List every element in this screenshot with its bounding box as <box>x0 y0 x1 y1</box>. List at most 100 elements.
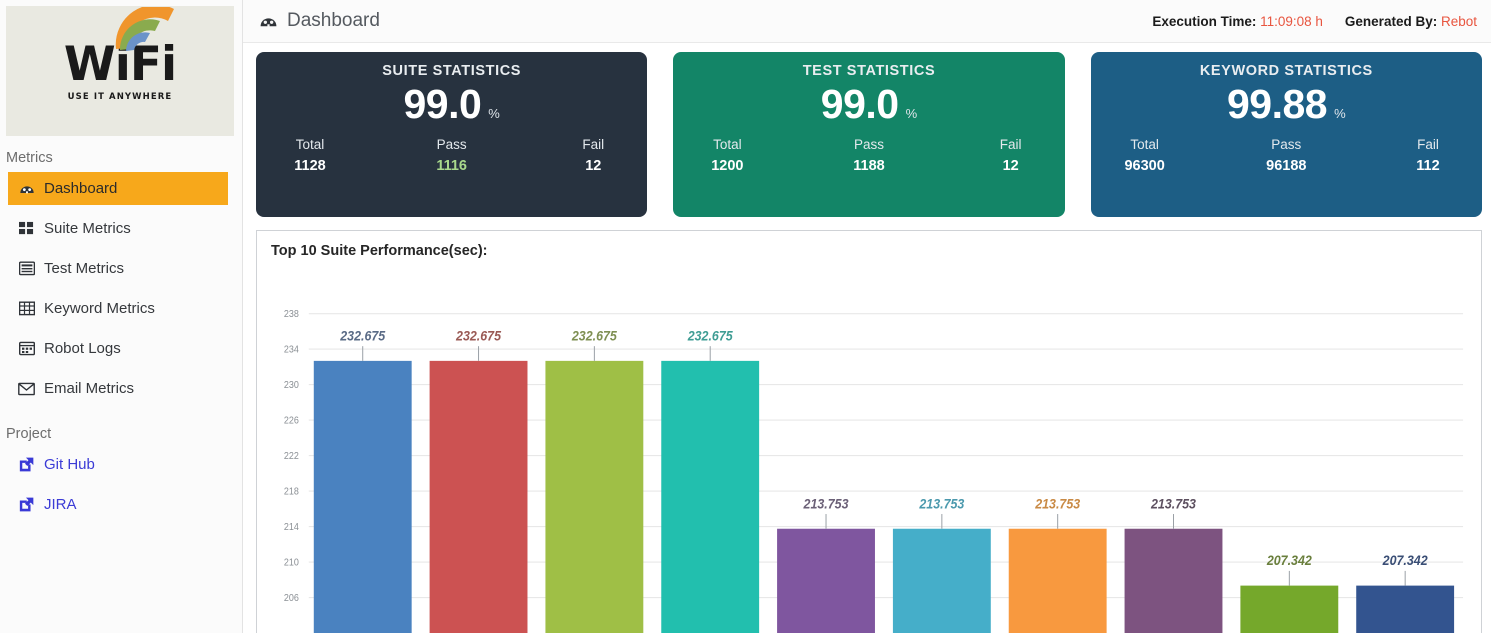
sidebar-item-dashboard[interactable]: Dashboard <box>8 172 228 205</box>
stat-total-label: Total <box>282 137 338 152</box>
bar-value-label: 232.675 <box>687 328 733 344</box>
generated-by: Generated By: Rebot <box>1345 14 1477 29</box>
stat-fail-value: 12 <box>983 158 1039 174</box>
stat-card-breakdown: Total 1200 Pass 1188 Fail 12 <box>695 137 1042 174</box>
stat-pass-value: 96188 <box>1258 158 1314 174</box>
table-grid-icon <box>18 300 35 317</box>
bar-chart: 238234230226222218214210206232.675232.67… <box>257 271 1481 633</box>
chart-title: Top 10 Suite Performance(sec): <box>257 231 1481 259</box>
nav-spacer <box>0 285 242 292</box>
generated-by-label: Generated By: <box>1345 14 1437 29</box>
bar-value-label: 232.675 <box>571 328 617 344</box>
nav-spacer <box>0 325 242 332</box>
sidebar-item-git-hub[interactable]: Git Hub <box>8 448 228 481</box>
stat-fail-label: Fail <box>565 137 621 152</box>
list-table-icon <box>18 260 35 277</box>
nav-spacer <box>0 205 242 212</box>
envelope-icon <box>18 380 35 397</box>
stat-total-label: Total <box>1117 137 1173 152</box>
stat-fail-label: Fail <box>983 137 1039 152</box>
stat-fail: Fail 112 <box>1400 137 1456 174</box>
y-axis-tick: 210 <box>284 557 299 569</box>
stat-pass-label: Pass <box>841 137 897 152</box>
stat-pass: Pass 1188 <box>841 137 897 174</box>
percent-symbol: % <box>488 106 500 121</box>
y-axis-tick: 222 <box>284 450 299 462</box>
bar <box>1125 529 1223 633</box>
stat-card-title: KEYWORD STATISTICS <box>1200 63 1373 79</box>
sidebar-item-test-metrics[interactable]: Test Metrics <box>8 252 228 285</box>
bar <box>893 529 991 633</box>
sidebar-item-email-metrics[interactable]: Email Metrics <box>8 372 228 405</box>
sidebar-item-label: JIRA <box>44 496 77 513</box>
topbar-right: Execution Time: 11:09:08 h Generated By:… <box>1152 14 1477 29</box>
bar <box>777 529 875 633</box>
bar-value-label: 232.675 <box>339 328 385 344</box>
bar <box>661 361 759 633</box>
y-axis-tick: 238 <box>284 309 299 321</box>
sidebar-item-robot-logs[interactable]: Robot Logs <box>8 332 228 365</box>
stat-fail-value: 12 <box>565 158 621 174</box>
stat-card-percent-value: 99.0 <box>403 84 481 125</box>
nav-spacer <box>0 365 242 372</box>
y-axis-tick: 214 <box>284 521 300 533</box>
nav-spacer <box>0 405 242 412</box>
percent-symbol: % <box>1334 106 1346 121</box>
execution-time-value: 11:09:08 h <box>1260 14 1323 29</box>
bar <box>314 361 412 633</box>
dashboard-icon <box>18 180 35 197</box>
sidebar-item-label: Keyword Metrics <box>44 300 155 317</box>
stat-pass-label: Pass <box>424 137 480 152</box>
stat-total: Total1128 <box>282 137 338 174</box>
stat-fail-label: Fail <box>1400 137 1456 152</box>
logo-inner: WiFi USE IT ANYWHERE <box>64 41 176 102</box>
bar-value-label: 207.342 <box>1266 553 1312 569</box>
main-content: Dashboard Execution Time: 11:09:08 h Gen… <box>243 0 1491 633</box>
stat-total-value: 96300 <box>1117 158 1173 174</box>
stat-card-breakdown: Total1128Pass1116Fail12 <box>278 137 625 174</box>
sidebar-item-keyword-metrics[interactable]: Keyword Metrics <box>8 292 228 325</box>
stat-card-percent-value: 99.0 <box>821 84 899 125</box>
bar <box>430 361 528 633</box>
stat-fail: Fail 12 <box>565 137 621 174</box>
stat-card-percent: 99.0% <box>403 84 499 125</box>
chart-plot-area: 238234230226222218214210206232.675232.67… <box>257 271 1481 633</box>
stat-total-value: 1200 <box>699 158 755 174</box>
app-root: WiFi USE IT ANYWHERE Metrics Dashboard Sui… <box>0 0 1491 633</box>
logo: WiFi USE IT ANYWHERE <box>6 6 234 136</box>
sidebar-section-label-metrics: Metrics <box>0 136 242 172</box>
sidebar: WiFi USE IT ANYWHERE Metrics Dashboard Sui… <box>0 0 243 633</box>
nav-spacer <box>0 521 242 528</box>
stat-total-label: Total <box>699 137 755 152</box>
sidebar-item-jira[interactable]: JIRA <box>8 488 228 521</box>
y-axis-tick: 230 <box>284 380 299 392</box>
nav-spacer <box>0 245 242 252</box>
stat-card-title: SUITE STATISTICS <box>382 63 521 79</box>
sidebar-item-label: Dashboard <box>44 180 117 197</box>
stat-card-test-statistics: TEST STATISTICS99.0%Total1200Pass1188Fai… <box>673 52 1064 217</box>
stat-card-percent: 99.0% <box>821 84 917 125</box>
sidebar-item-suite-metrics[interactable]: Suite Metrics <box>8 212 228 245</box>
nav-spacer <box>0 481 242 488</box>
external-link-icon <box>18 496 35 513</box>
statistics-cards: SUITE STATISTICS99.0%Total1128Pass1116Fa… <box>243 43 1491 227</box>
stat-card-percent: 99.88% <box>1227 84 1346 125</box>
dashboard-icon <box>259 12 278 31</box>
bar <box>1240 586 1338 633</box>
bar-value-label: 213.753 <box>1034 496 1080 512</box>
external-link-icon <box>18 456 35 473</box>
y-axis-tick: 206 <box>284 592 299 604</box>
stat-card-breakdown: Total 96300 Pass 96188 Fail 112 <box>1113 137 1460 174</box>
stat-total: Total 1200 <box>699 137 755 174</box>
generated-by-value: Rebot <box>1441 14 1477 29</box>
wifi-signal-icon <box>114 7 180 51</box>
topbar-left: Dashboard <box>259 10 380 32</box>
stat-pass-label: Pass <box>1258 137 1314 152</box>
execution-time-label: Execution Time: <box>1152 14 1256 29</box>
stat-pass-value: 1188 <box>841 158 897 174</box>
sidebar-item-label: Robot Logs <box>44 340 121 357</box>
bar <box>545 361 643 633</box>
stat-total: Total 96300 <box>1117 137 1173 174</box>
bar <box>1009 529 1107 633</box>
stat-fail-value: 112 <box>1400 158 1456 174</box>
